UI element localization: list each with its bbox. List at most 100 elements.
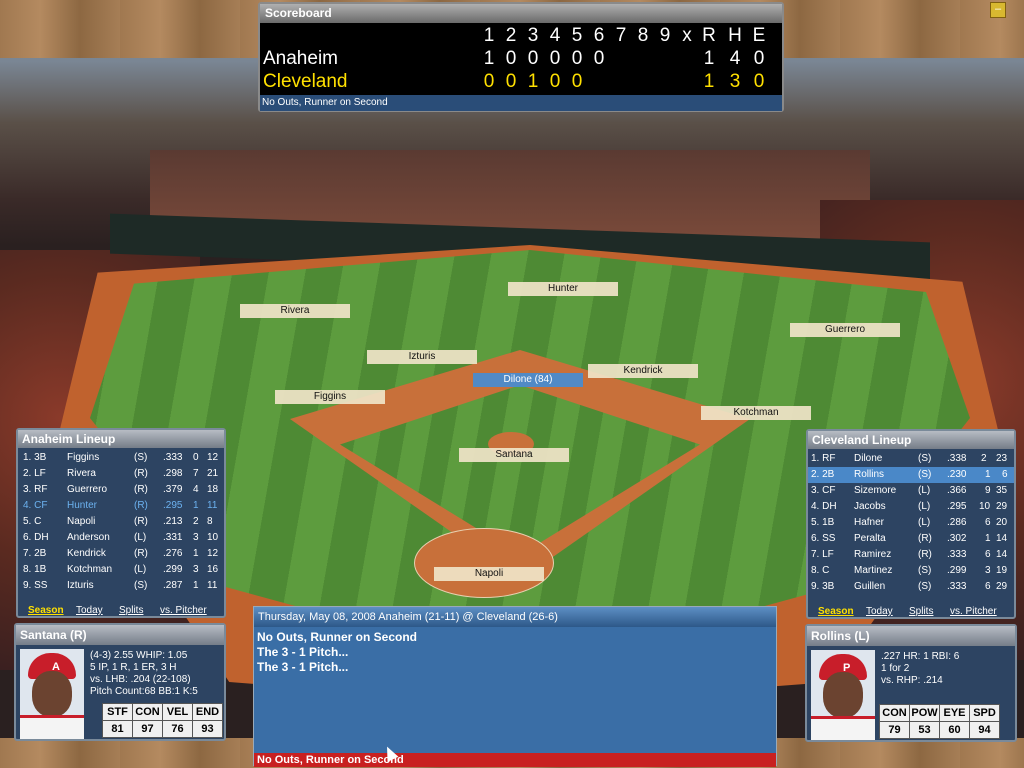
- fielder-label-cf[interactable]: Hunter: [508, 282, 618, 296]
- lineup-hand: (S): [134, 452, 148, 463]
- lineup-player: Guillen: [854, 581, 886, 592]
- fielder-label-c[interactable]: Napoli: [434, 567, 544, 581]
- lineup-row-current-batter[interactable]: 2. 2B Rollins (S) .230 1 6: [808, 467, 1014, 483]
- tab-today[interactable]: Today: [866, 606, 893, 617]
- lineup-hand: (S): [918, 469, 932, 480]
- jersey-icon: [811, 716, 875, 740]
- tab-vs-pitcher[interactable]: vs. Pitcher: [160, 605, 207, 616]
- game-status-bar: No Outs, Runner on Second: [254, 753, 776, 767]
- scoreboard-away-row: Anaheim 1 0 0 0 0 0 1 4 0: [260, 48, 782, 70]
- lineup-row[interactable]: 4. DH Jacobs (L) .295 10 29: [808, 499, 1014, 515]
- lineup-hand: (L): [918, 517, 931, 528]
- lineup-row[interactable]: 8. 1B Kotchman (L) .299 3 16: [18, 562, 224, 578]
- tab-season[interactable]: Season: [28, 605, 64, 616]
- batter-today: 1 for 2: [881, 663, 910, 674]
- rating-label: STF: [102, 703, 133, 721]
- lineup-player: Sizemore: [854, 485, 897, 496]
- fielder-label-3b[interactable]: Figgins: [275, 390, 385, 404]
- tab-splits[interactable]: Splits: [909, 606, 933, 617]
- lineup-row[interactable]: 6. DH Anderson (L) .331 3 10: [18, 530, 224, 546]
- lineup-player: Martinez: [854, 565, 893, 576]
- away-lineup-tabs: Season Today Splits vs. Pitcher: [18, 605, 224, 619]
- fielder-label-rf[interactable]: Guerrero: [790, 323, 900, 337]
- lineup-row[interactable]: 2. LF Rivera (R) .298 7 21: [18, 466, 224, 482]
- scoreboard: Scoreboard 1 2 3 4 5 6 7 8 9 x R H E Ana…: [258, 2, 784, 112]
- errors-header: E: [752, 25, 766, 46]
- play-line: The 3 - 1 Pitch...: [257, 645, 349, 659]
- home-team-name: Cleveland: [263, 71, 348, 92]
- lineup-hand: (L): [134, 532, 147, 543]
- lineup-hand: (L): [134, 564, 147, 575]
- away-lineup-title: Anaheim Lineup: [18, 430, 224, 448]
- runner-label-second[interactable]: Dilone (84): [473, 373, 583, 387]
- lineup-rbi: 29: [996, 581, 1008, 592]
- tab-season[interactable]: Season: [818, 606, 854, 617]
- minimize-button[interactable]: –: [990, 2, 1006, 18]
- inning-score: 0: [571, 71, 583, 92]
- tab-splits[interactable]: Splits: [119, 605, 143, 616]
- fielder-label-p[interactable]: Santana: [459, 448, 569, 462]
- lineup-row[interactable]: 5. 1B Hafner (L) .286 6 20: [808, 515, 1014, 531]
- lineup-hand: (L): [918, 501, 931, 512]
- lineup-row[interactable]: 9. SS Izturis (S) .287 1 11: [18, 578, 224, 594]
- lineup-hand: (S): [918, 581, 932, 592]
- inning-score: 0: [593, 48, 605, 69]
- inning-score: 0: [549, 71, 561, 92]
- tab-today[interactable]: Today: [76, 605, 103, 616]
- batter-photo: P: [811, 650, 875, 740]
- lineup-player: Guerrero: [67, 484, 108, 495]
- lineup-hr: 3: [193, 532, 199, 543]
- play-line: The 3 - 1 Pitch...: [257, 660, 349, 674]
- fielder-label-lf[interactable]: Rivera: [240, 304, 350, 318]
- lineup-rbi: 21: [207, 468, 219, 479]
- play-by-play-panel[interactable]: Thursday, May 08, 2008 Anaheim (21-11) @…: [253, 606, 777, 767]
- lineup-row[interactable]: 1. 3B Figgins (S) .333 0 12: [18, 450, 224, 466]
- lineup-avg: .299: [163, 564, 183, 575]
- lineup-rbi: 14: [996, 533, 1008, 544]
- lineup-avg: .333: [163, 452, 183, 463]
- pitcher-record: (4-3) 2.55 WHIP: 1.05: [90, 650, 188, 661]
- lineup-avg: .379: [163, 484, 183, 495]
- pitcher-pitch-count: Pitch Count:68 BB:1 K:5: [90, 686, 198, 697]
- lineup-row[interactable]: 3. CF Sizemore (L) .366 9 35: [808, 483, 1014, 499]
- lineup-player: Napoli: [67, 516, 96, 527]
- fielder-label-1b[interactable]: Kotchman: [701, 406, 811, 420]
- away-hits: 4: [729, 48, 741, 69]
- lineup-hand: (R): [134, 548, 148, 559]
- rating-label: END: [192, 703, 223, 721]
- lineup-avg: .366: [947, 485, 967, 496]
- batter-ratings: CON POW EYE SPD 79 53 60 94: [879, 704, 1000, 739]
- lineup-row[interactable]: 3. RF Guerrero (R) .379 4 18: [18, 482, 224, 498]
- rating-value: 76: [162, 720, 193, 738]
- lineup-player: Rollins: [854, 469, 885, 480]
- lineup-pos: 4. CF: [23, 500, 48, 511]
- fielder-label-2b[interactable]: Kendrick: [588, 364, 698, 378]
- lineup-rbi: 11: [207, 500, 218, 511]
- lineup-hand: (R): [134, 468, 148, 479]
- inning-header: 9: [659, 25, 671, 46]
- lineup-row[interactable]: 1. RF Dilone (S) .338 2 23: [808, 451, 1014, 467]
- fielder-label-ss[interactable]: Izturis: [367, 350, 477, 364]
- inning-score: 1: [527, 71, 539, 92]
- rating-value: 53: [909, 721, 940, 739]
- lineup-row[interactable]: 7. 2B Kendrick (R) .276 1 12: [18, 546, 224, 562]
- lineup-rbi: 18: [207, 484, 219, 495]
- lineup-row[interactable]: 5. C Napoli (R) .213 2 8: [18, 514, 224, 530]
- lineup-player: Kotchman: [67, 564, 113, 575]
- lineup-avg: .295: [163, 500, 183, 511]
- lineup-row[interactable]: 8. C Martinez (S) .299 3 19: [808, 563, 1014, 579]
- tab-vs-pitcher[interactable]: vs. Pitcher: [950, 606, 997, 617]
- rating-value: 94: [969, 721, 1000, 739]
- lineup-row[interactable]: 7. LF Ramirez (R) .333 6 14: [808, 547, 1014, 563]
- home-hits: 3: [729, 71, 741, 92]
- game-info-header: Thursday, May 08, 2008 Anaheim (21-11) @…: [254, 607, 776, 627]
- pitcher-name: Santana (R): [16, 625, 224, 645]
- pitcher-ratings: STF CON VEL END 81 97 76 93: [102, 703, 223, 738]
- lineup-row[interactable]: 9. 3B Guillen (S) .333 6 29: [808, 579, 1014, 595]
- lineup-row-current-batter[interactable]: 4. CF Hunter (R) .295 1 11: [18, 498, 224, 514]
- lineup-avg: .331: [163, 532, 183, 543]
- lineup-player: Ramirez: [854, 549, 892, 560]
- lineup-pos: 3. CF: [811, 485, 836, 496]
- lineup-row[interactable]: 6. SS Peralta (R) .302 1 14: [808, 531, 1014, 547]
- lineup-hr: 1: [193, 548, 199, 559]
